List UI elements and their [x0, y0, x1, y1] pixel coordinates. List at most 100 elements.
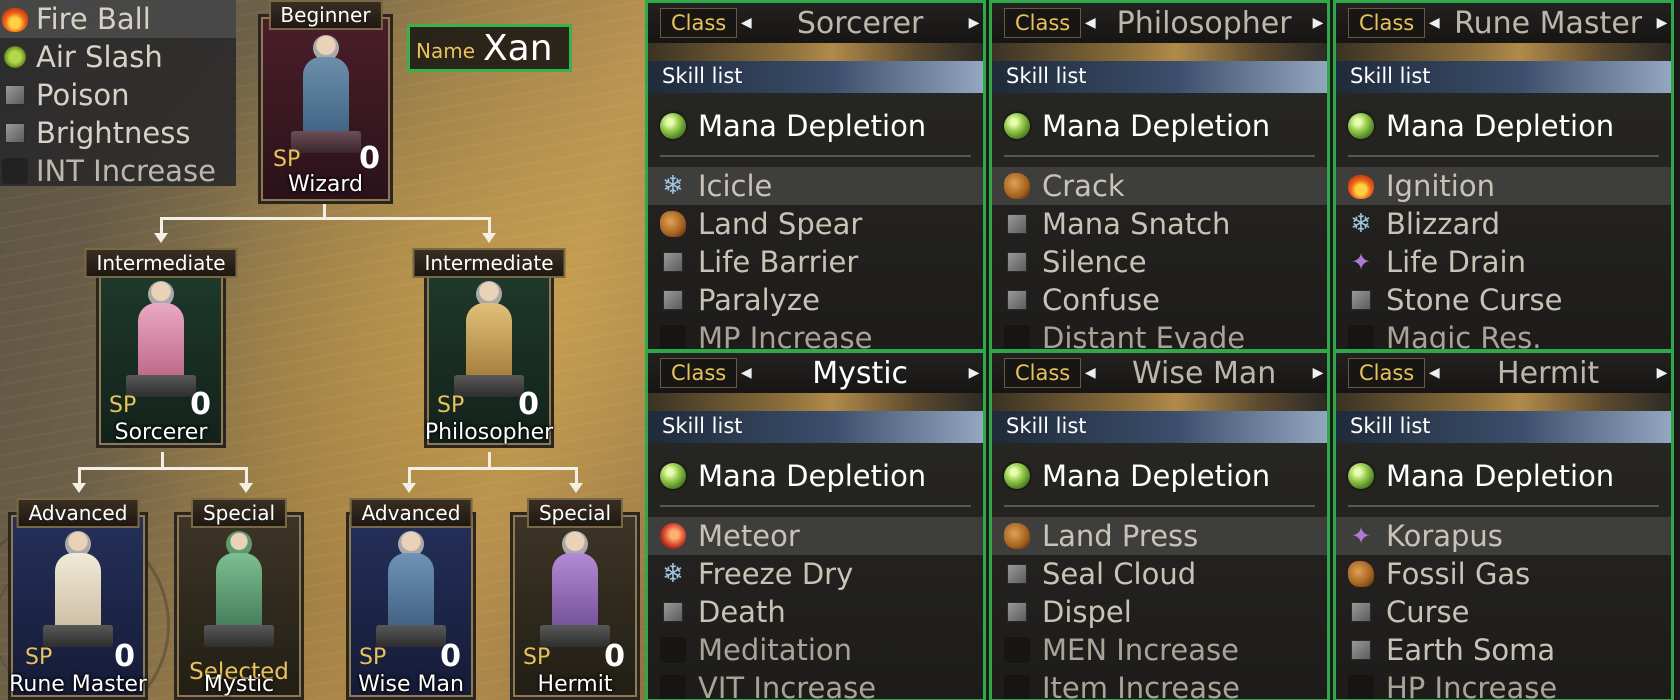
skill-row[interactable]: ❄ Icicle — [648, 167, 983, 205]
skill-label: Life Drain — [1386, 245, 1526, 279]
arrow-right-icon[interactable]: ▶ — [965, 365, 983, 381]
map-strip — [992, 393, 1327, 411]
connector — [323, 204, 326, 218]
main-skill-row[interactable]: Mana Depletion — [1336, 101, 1671, 151]
divider — [660, 155, 971, 157]
skill-label: Magic Res. — [1386, 321, 1542, 352]
class-selector[interactable]: Class ◀ Mystic ▶ — [648, 353, 983, 393]
skill-row[interactable]: Death — [648, 593, 983, 631]
class-selector[interactable]: Class ◀ Rune Master ▶ — [1336, 3, 1671, 43]
sp-value: 0 — [440, 639, 461, 674]
arrow-left-icon[interactable]: ◀ — [737, 365, 755, 381]
class-name: Hermit — [1497, 355, 1600, 391]
cube-icon — [1007, 214, 1027, 234]
skill-row[interactable]: Land Press — [992, 517, 1327, 555]
orb-icon — [660, 113, 686, 139]
skill-row[interactable]: ❄ Freeze Dry — [648, 555, 983, 593]
arrow-left-icon[interactable]: ◀ — [1425, 15, 1443, 31]
arrow-left-icon[interactable]: ◀ — [1425, 365, 1443, 381]
skill-row[interactable]: Land Spear — [648, 205, 983, 243]
cube-icon — [5, 85, 25, 105]
divider — [1348, 505, 1659, 507]
skill-row[interactable]: Earth Soma — [1336, 631, 1671, 669]
rock-icon — [660, 211, 686, 237]
skill-row[interactable]: Life Barrier — [648, 243, 983, 281]
arrow-right-icon[interactable]: ▶ — [1309, 365, 1327, 381]
skill-label: Crack — [1042, 169, 1125, 203]
skill-row[interactable]: Confuse — [992, 281, 1327, 319]
class-label: Class — [1004, 8, 1082, 38]
class-node-wise-man[interactable]: SP 0 Advanced Wise Man — [346, 498, 476, 700]
connector — [160, 217, 491, 220]
skill-label: MP Increase — [698, 321, 873, 352]
sp-value: 0 — [114, 639, 135, 674]
map-strip — [1336, 393, 1671, 411]
skill-row[interactable]: Seal Cloud — [992, 555, 1327, 593]
skill-row[interactable]: Meditation — [648, 631, 983, 669]
class-panel-sorcerer: Class ◀ Sorcerer ▶ Skill list Mana Deple… — [645, 0, 986, 352]
skill-row[interactable]: Stone Curse — [1336, 281, 1671, 319]
skill-row[interactable]: ✦ Korapus — [1336, 517, 1671, 555]
popup-skill-row[interactable]: INT Increase — [0, 152, 236, 190]
arrow-left-icon[interactable]: ◀ — [737, 15, 755, 31]
skill-row[interactable]: Curse — [1336, 593, 1671, 631]
class-selector[interactable]: Class ◀ Hermit ▶ — [1336, 353, 1671, 393]
map-strip — [648, 393, 983, 411]
cube-icon — [1351, 640, 1371, 660]
skill-row[interactable]: Silence — [992, 243, 1327, 281]
skill-row[interactable]: Crack — [992, 167, 1327, 205]
sp-label: SP — [437, 393, 465, 418]
arrow-right-icon[interactable]: ▶ — [1653, 365, 1671, 381]
class-node-philosopher[interactable]: SP 0 Intermediate Philosopher — [412, 248, 566, 448]
map-strip — [648, 43, 983, 61]
empty-icon — [1004, 325, 1030, 349]
class-label: Class — [1348, 8, 1426, 38]
skill-row[interactable]: VIT Increase — [648, 669, 983, 699]
class-node-hermit[interactable]: SP 0 Special Hermit — [510, 498, 640, 700]
main-skill-row[interactable]: Mana Depletion — [648, 101, 983, 151]
popup-skill-row[interactable]: Fire Ball — [0, 0, 236, 38]
class-selector[interactable]: Class ◀ Philosopher ▶ — [992, 3, 1327, 43]
main-skill-label: Mana Depletion — [1042, 109, 1271, 143]
skill-row[interactable]: MEN Increase — [992, 631, 1327, 669]
popup-skill-row[interactable]: Brightness — [0, 114, 236, 152]
skill-list: Land Press Seal Cloud Dispel MEN Increase It… — [992, 517, 1327, 699]
drain-icon: ✦ — [1350, 522, 1372, 550]
skill-row[interactable]: ✦ Life Drain — [1336, 243, 1671, 281]
popup-skill-row[interactable]: Poison — [0, 76, 236, 114]
skill-row[interactable]: HP Increase — [1336, 669, 1671, 699]
skill-row[interactable]: Mana Snatch — [992, 205, 1327, 243]
class-selector[interactable]: Class ◀ Sorcerer ▶ — [648, 3, 983, 43]
skill-row[interactable]: Ignition — [1336, 167, 1671, 205]
class-node-sorcerer[interactable]: SP 0 Intermediate Sorcerer — [84, 248, 238, 448]
arrow-right-icon[interactable]: ▶ — [965, 15, 983, 31]
skill-row[interactable]: MP Increase — [648, 319, 983, 352]
skill-row[interactable]: Distant Evade — [992, 319, 1327, 349]
tier-label: Advanced — [349, 498, 473, 528]
arrow-left-icon[interactable]: ◀ — [1081, 15, 1099, 31]
character-name-box[interactable]: Name Xan — [407, 24, 572, 72]
arrow-right-icon[interactable]: ▶ — [1309, 15, 1327, 31]
skill-row[interactable]: Magic Res. — [1336, 319, 1671, 352]
skill-row[interactable]: Item Increase — [992, 669, 1327, 699]
class-selector[interactable]: Class ◀ Wise Man ▶ — [992, 353, 1327, 393]
meteor-icon — [660, 523, 686, 549]
class-name: Wizard — [287, 172, 364, 197]
class-node-rune-master[interactable]: SP 0 Advanced Rune Master — [8, 498, 148, 700]
class-node-wizard[interactable]: SP 0 Beginner Wizard — [258, 0, 393, 204]
main-skill-row[interactable]: Mana Depletion — [1336, 451, 1671, 501]
skill-row[interactable]: Dispel — [992, 593, 1327, 631]
main-skill-row[interactable]: Mana Depletion — [992, 451, 1327, 501]
main-skill-row[interactable]: Mana Depletion — [992, 101, 1327, 151]
arrow-left-icon[interactable]: ◀ — [1081, 365, 1099, 381]
skill-label: Mana Snatch — [1042, 207, 1231, 241]
class-node-mystic[interactable]: Selected Special Mystic — [174, 498, 304, 700]
connector — [408, 467, 578, 470]
skill-row[interactable]: Meteor — [648, 517, 983, 555]
skill-row[interactable]: Fossil Gas — [1336, 555, 1671, 593]
popup-skill-row[interactable]: Air Slash — [0, 38, 236, 76]
main-skill-row[interactable]: Mana Depletion — [648, 451, 983, 501]
arrow-right-icon[interactable]: ▶ — [1653, 15, 1671, 31]
skill-row[interactable]: ❄ Blizzard — [1336, 205, 1671, 243]
skill-row[interactable]: Paralyze — [648, 281, 983, 319]
